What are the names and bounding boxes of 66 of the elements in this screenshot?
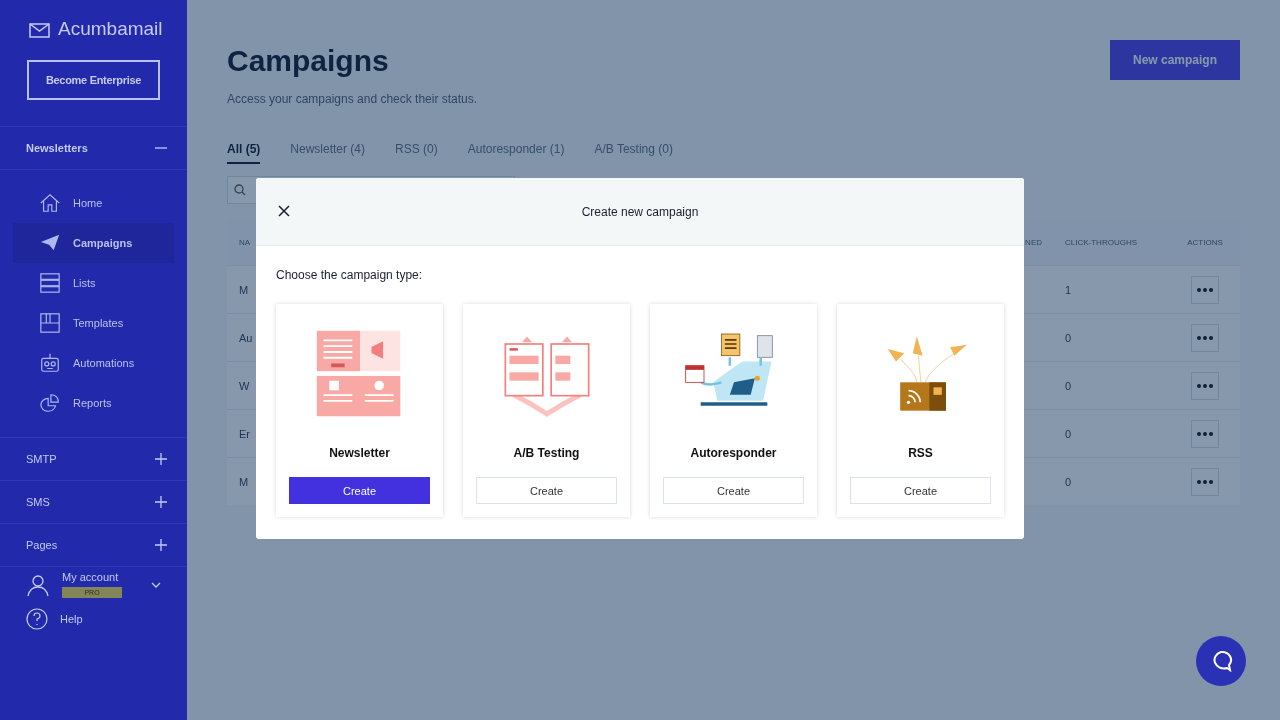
sidebar-item[interactable]: Automations <box>13 343 174 383</box>
more-icon <box>1197 431 1213 436</box>
more-icon <box>1197 287 1213 292</box>
plus-icon[interactable] <box>155 496 167 508</box>
list-icon <box>39 272 61 294</box>
table-cell-text: 1 <box>1064 283 1073 296</box>
section-label[interactable]: SMTP <box>26 453 57 465</box>
logo-text: Acumbamail <box>58 18 163 40</box>
search-icon <box>234 184 246 196</box>
section-label[interactable]: Newsletters <box>26 142 88 154</box>
sidebar-item[interactable]: Templates <box>13 303 174 343</box>
more-actions-button[interactable] <box>1191 275 1219 304</box>
help-link[interactable]: Help <box>60 613 83 625</box>
sidebar-item[interactable]: Home <box>13 183 174 223</box>
more-actions-button[interactable] <box>1191 323 1219 352</box>
more-actions-button[interactable] <box>1191 371 1219 400</box>
dialog-prompt: Choose the campaign type: <box>276 268 424 282</box>
account-label[interactable]: My account <box>62 571 139 583</box>
more-icon <box>1197 383 1213 388</box>
chevron-down-icon[interactable] <box>151 581 161 588</box>
table-cell-text: M <box>239 475 250 488</box>
table-cell-text: M <box>239 283 250 296</box>
table-cell-text: W <box>239 379 251 392</box>
more-actions-button[interactable] <box>1191 467 1219 496</box>
table-cell-text: 0 <box>1064 379 1073 392</box>
campaign-type-label: Autoresponder <box>690 446 777 460</box>
help-icon[interactable] <box>26 608 48 630</box>
home-icon <box>39 192 61 214</box>
pie-chart-icon <box>39 392 61 414</box>
campaign-type-label: Newsletter <box>329 446 390 460</box>
create-button[interactable]: Create <box>850 477 991 504</box>
page-subtitle: Access your campaigns and check their status. <box>227 92 478 106</box>
column-header: ACTIONS <box>1186 238 1224 247</box>
user-icon <box>26 572 50 597</box>
tab[interactable]: All (5) <box>227 142 261 164</box>
column-header: NA <box>239 238 252 247</box>
new-campaign-button[interactable]: New campaign <box>1110 40 1240 80</box>
dialog-title: Create new campaign <box>581 204 699 219</box>
more-icon <box>1197 479 1213 484</box>
envelope-icon <box>28 20 50 38</box>
become-enterprise-button[interactable]: Become Enterprise <box>27 60 160 100</box>
table-cell-text: Au <box>239 331 254 344</box>
section-label[interactable]: Pages <box>26 539 58 551</box>
create-button[interactable]: Create <box>663 477 804 504</box>
table-cell-text: Er <box>239 427 251 440</box>
campaign-type-label: RSS <box>908 446 933 460</box>
table-cell-text: 0 <box>1064 331 1073 344</box>
layout-icon <box>39 312 61 334</box>
create-button[interactable]: Create <box>289 477 430 504</box>
table-cell-text: 0 <box>1064 427 1073 440</box>
plus-icon[interactable] <box>155 539 167 551</box>
sidebar-item[interactable]: Lists <box>13 263 174 303</box>
sidebar-item[interactable]: Campaigns <box>13 223 174 263</box>
plus-icon[interactable] <box>155 453 167 465</box>
column-header: NED <box>1024 238 1042 247</box>
create-button[interactable]: Create <box>476 477 617 504</box>
section-label[interactable]: SMS <box>26 496 50 508</box>
more-icon <box>1197 335 1213 340</box>
close-icon <box>278 204 290 217</box>
sidebar-item[interactable]: Reports <box>13 383 174 423</box>
page-title: Campaigns <box>227 44 390 78</box>
table-cell-text: 0 <box>1064 475 1073 488</box>
column-header: CLICK-THROUGHS <box>1064 238 1138 247</box>
robot-icon <box>39 352 61 374</box>
campaign-type-label: A/B Testing <box>513 446 580 460</box>
more-actions-button[interactable] <box>1191 419 1219 448</box>
